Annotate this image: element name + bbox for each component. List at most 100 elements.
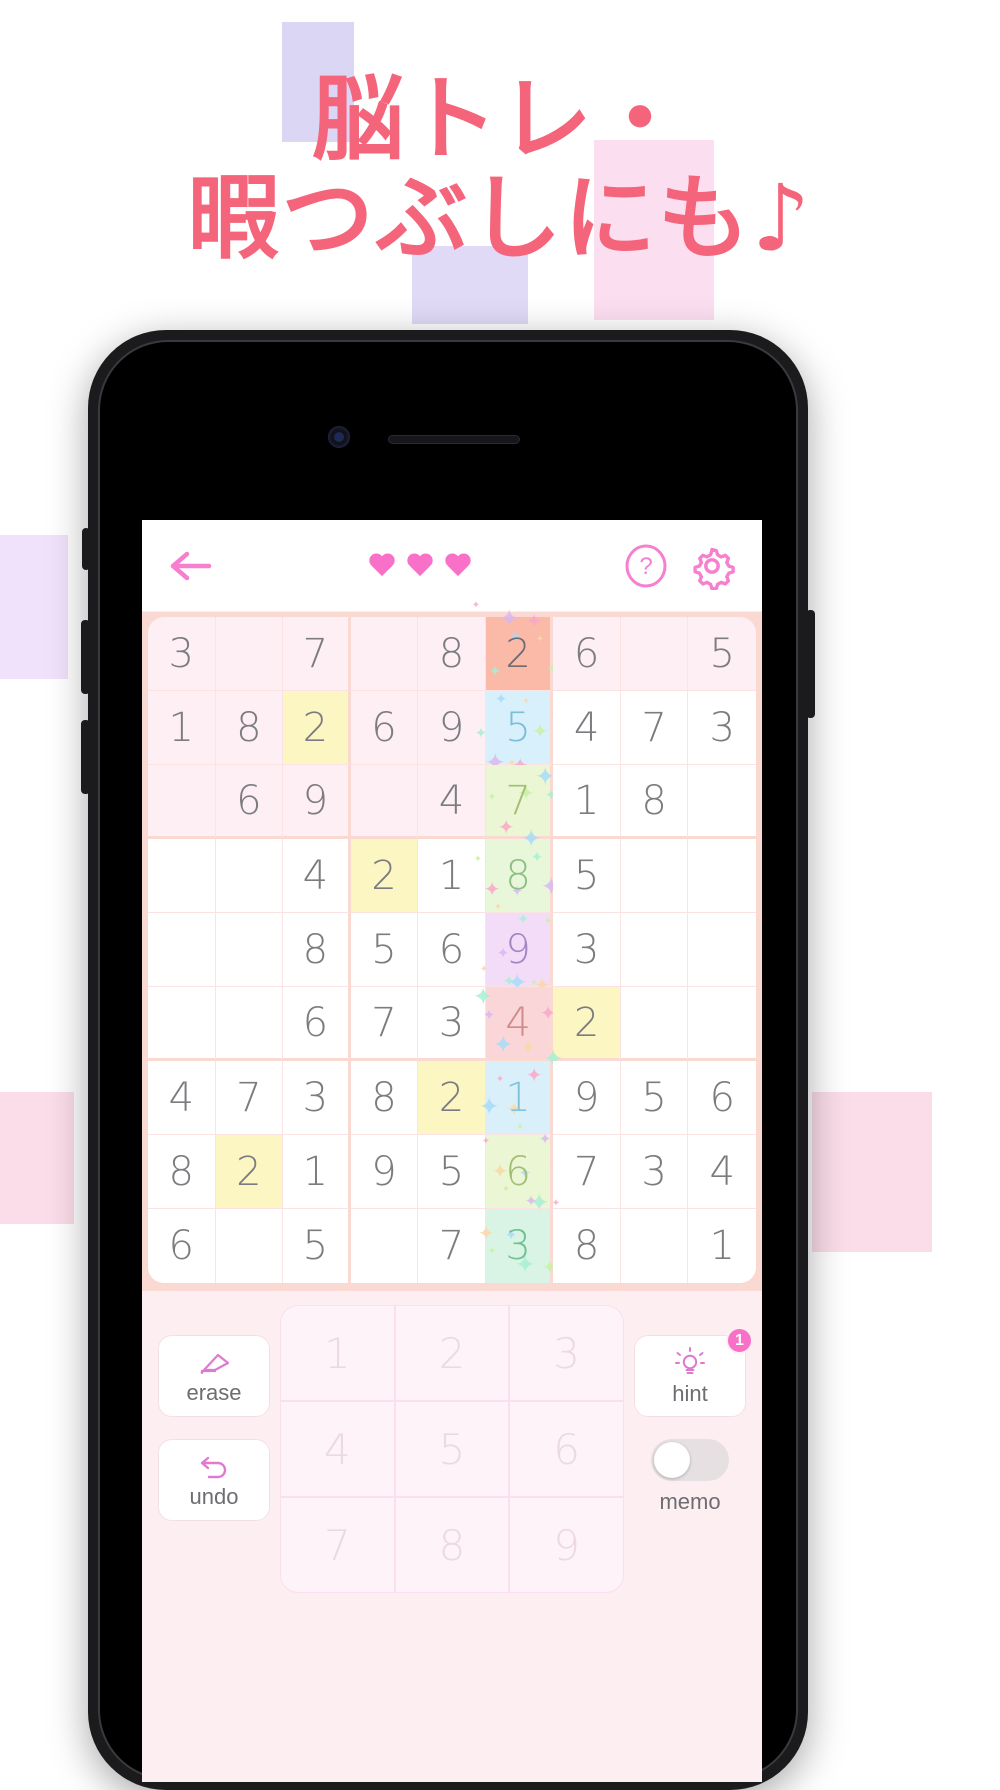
sudoku-cell[interactable] bbox=[148, 839, 216, 913]
sudoku-cell[interactable]: 4 bbox=[283, 839, 351, 913]
numpad-key-9[interactable]: 9 bbox=[509, 1497, 624, 1593]
sudoku-cell[interactable]: 5 bbox=[620, 1061, 689, 1135]
sudoku-cell[interactable] bbox=[148, 987, 216, 1061]
sudoku-cell[interactable] bbox=[215, 913, 284, 987]
sudoku-cell[interactable]: 7 bbox=[418, 1209, 486, 1283]
sudoku-cell[interactable]: 1 bbox=[148, 691, 216, 765]
sudoku-cell[interactable]: 6 bbox=[215, 765, 284, 839]
cell-value: 6 bbox=[573, 630, 600, 677]
sudoku-cell[interactable] bbox=[148, 913, 216, 987]
numpad-key-4[interactable]: 4 bbox=[280, 1401, 395, 1497]
sudoku-cell[interactable]: 6 bbox=[350, 691, 419, 765]
sudoku-cell[interactable] bbox=[688, 987, 756, 1061]
sudoku-cell[interactable]: 1 bbox=[553, 765, 621, 839]
sudoku-cell[interactable]: 6 bbox=[148, 1209, 216, 1283]
numpad-key-7[interactable]: 7 bbox=[280, 1497, 395, 1593]
sudoku-cell[interactable] bbox=[350, 765, 419, 839]
sudoku-cell[interactable]: 7 bbox=[215, 1061, 284, 1135]
sudoku-cell[interactable] bbox=[215, 1209, 284, 1283]
sudoku-cell[interactable]: 8 bbox=[215, 691, 284, 765]
settings-gear-icon[interactable] bbox=[684, 538, 740, 594]
sudoku-cell[interactable] bbox=[620, 913, 689, 987]
sudoku-cell[interactable]: 5 bbox=[688, 617, 756, 691]
sudoku-cell[interactable] bbox=[215, 839, 284, 913]
sudoku-cell[interactable]: 2 bbox=[553, 987, 621, 1061]
sudoku-cell[interactable]: 9 bbox=[350, 1135, 419, 1209]
sudoku-cell[interactable] bbox=[350, 617, 419, 691]
sudoku-cell[interactable]: ✦✦✦✦✦✦✦2 bbox=[472, 601, 563, 691]
sudoku-cell[interactable]: 2 bbox=[350, 839, 419, 913]
sudoku-cell[interactable]: 1 bbox=[418, 839, 486, 913]
sudoku-cell[interactable]: 4 bbox=[418, 765, 486, 839]
sudoku-cell[interactable]: 1 bbox=[688, 1209, 756, 1283]
sudoku-board[interactable]: 378✦✦✦✦✦✦✦26518269✦✦✦✦✦✦✦5473694✦✦✦✦✦✦✦7… bbox=[148, 601, 756, 1283]
sudoku-cell[interactable]: 6 bbox=[553, 617, 621, 691]
sudoku-cell[interactable]: 3 bbox=[688, 691, 756, 765]
sudoku-cell[interactable]: 7 bbox=[553, 1135, 621, 1209]
sudoku-cell[interactable] bbox=[688, 839, 756, 913]
sudoku-cell[interactable]: ✦✦✦✦✦✦✦1 bbox=[479, 1046, 565, 1135]
sudoku-cell[interactable]: 5 bbox=[283, 1209, 351, 1283]
numpad-key-5[interactable]: 5 bbox=[394, 1401, 510, 1497]
sudoku-cell[interactable]: ✦ ✦ ✦ ✦ ✦ ✦ ✦ 4 bbox=[473, 974, 557, 1061]
sudoku-cell[interactable] bbox=[215, 987, 284, 1061]
sudoku-cell[interactable]: 9 bbox=[283, 765, 351, 839]
sudoku-cell[interactable]: 8 bbox=[620, 765, 689, 839]
sudoku-cell[interactable]: 6 bbox=[418, 913, 486, 987]
numpad-key-6[interactable]: 6 bbox=[509, 1401, 624, 1497]
sudoku-cell[interactable]: ✦✦✦✦✦✦✦6 bbox=[482, 1132, 570, 1216]
erase-button[interactable]: erase bbox=[158, 1335, 270, 1417]
sudoku-cell[interactable]: 8 bbox=[283, 913, 351, 987]
sudoku-cell[interactable]: 4 bbox=[553, 691, 621, 765]
sudoku-cell[interactable]: 8 bbox=[418, 617, 486, 691]
sudoku-cell[interactable]: 7 bbox=[283, 617, 351, 691]
sudoku-cell[interactable]: 7 bbox=[620, 691, 689, 765]
help-button[interactable]: ? bbox=[618, 538, 674, 594]
memo-toggle-switch[interactable] bbox=[651, 1439, 729, 1481]
sudoku-cell[interactable] bbox=[620, 1209, 689, 1283]
sudoku-cell[interactable]: 2 bbox=[283, 691, 351, 765]
sudoku-cell[interactable] bbox=[148, 765, 216, 839]
sudoku-cell[interactable]: 6 bbox=[283, 987, 351, 1061]
sudoku-cell[interactable] bbox=[350, 1209, 419, 1283]
sudoku-cell[interactable]: 4 bbox=[688, 1135, 756, 1209]
sudoku-cell[interactable]: 6 bbox=[688, 1061, 756, 1135]
sudoku-cell[interactable]: 8 bbox=[148, 1135, 216, 1209]
hint-button[interactable]: 1 hint bbox=[634, 1327, 753, 1417]
sudoku-cell[interactable]: ✦✦✦✦✦✦✦9 bbox=[480, 912, 571, 996]
sudoku-cell[interactable]: ✦ ✦ ✦ ✦ ✦ ✦ ✦ 8 bbox=[474, 826, 562, 913]
numpad-key-3[interactable]: 3 bbox=[509, 1305, 624, 1401]
sudoku-cell[interactable]: 2 bbox=[215, 1135, 284, 1209]
undo-button[interactable]: undo bbox=[158, 1439, 270, 1521]
sudoku-cell[interactable]: ✦✦✦✦✦✦✦5 bbox=[475, 691, 570, 775]
sudoku-cell[interactable]: 9 bbox=[418, 691, 486, 765]
sudoku-cell[interactable]: 4 bbox=[148, 1061, 216, 1135]
sudoku-cell[interactable]: 5 bbox=[418, 1135, 486, 1209]
sudoku-cell[interactable]: 3 bbox=[148, 617, 216, 691]
sudoku-cell[interactable]: ✦ ✦ ✦ ✦ ✦ ✦ ✦ 3 bbox=[478, 1194, 560, 1283]
sudoku-cell[interactable]: 2 bbox=[418, 1061, 486, 1135]
sudoku-cell[interactable]: ✦✦✦✦✦✦✦7 bbox=[485, 759, 576, 839]
sudoku-cell[interactable]: 5 bbox=[553, 839, 621, 913]
numpad-key-8[interactable]: 8 bbox=[394, 1497, 510, 1593]
sudoku-cell[interactable]: 3 bbox=[553, 913, 621, 987]
sudoku-cell[interactable] bbox=[688, 765, 756, 839]
sudoku-cell[interactable] bbox=[688, 913, 756, 987]
sudoku-cell[interactable] bbox=[620, 839, 689, 913]
sudoku-cell[interactable]: 1 bbox=[283, 1135, 351, 1209]
sudoku-cell[interactable]: 3 bbox=[283, 1061, 351, 1135]
numpad-key-2[interactable]: 2 bbox=[394, 1305, 510, 1401]
sudoku-cell[interactable] bbox=[620, 987, 689, 1061]
number-keypad[interactable]: 123 456 789 bbox=[280, 1305, 624, 1593]
sudoku-cell[interactable]: 7 bbox=[350, 987, 419, 1061]
sudoku-cell[interactable]: 8 bbox=[553, 1209, 621, 1283]
numpad-key-1[interactable]: 1 bbox=[280, 1305, 395, 1401]
sudoku-cell[interactable] bbox=[215, 617, 284, 691]
sudoku-cell[interactable] bbox=[620, 617, 689, 691]
back-arrow-icon[interactable] bbox=[164, 539, 218, 593]
sudoku-cell[interactable]: 9 bbox=[553, 1061, 621, 1135]
sudoku-cell[interactable]: 5 bbox=[350, 913, 419, 987]
sudoku-cell[interactable]: 8 bbox=[350, 1061, 419, 1135]
sudoku-cell[interactable]: 3 bbox=[418, 987, 486, 1061]
sudoku-cell[interactable]: 3 bbox=[620, 1135, 689, 1209]
